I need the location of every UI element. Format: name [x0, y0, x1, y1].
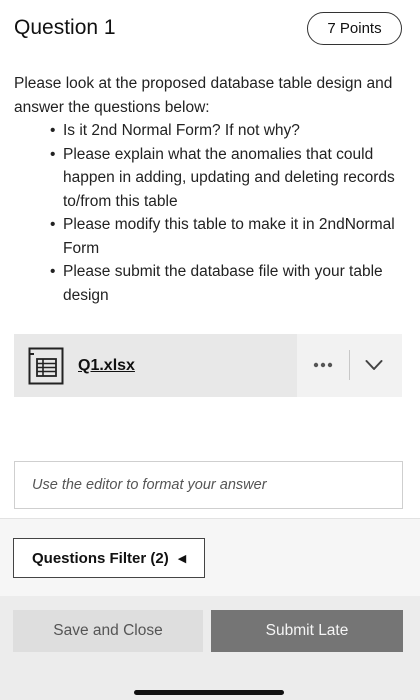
prompt-bullet: Is it 2nd Normal Form? If not why?	[50, 119, 410, 143]
questions-filter-label: Questions Filter (2)	[32, 549, 169, 567]
attachment-file[interactable]: Q1.xlsx	[14, 334, 297, 397]
prompt-bullet: Please explain what the anomalies that c…	[50, 143, 410, 214]
question-title: Question 1	[14, 16, 116, 39]
attachment-card: Q1.xlsx	[14, 334, 402, 397]
answer-placeholder: Use the editor to format your answer	[32, 477, 267, 493]
question-header: Question 1 7 Points	[0, 0, 420, 60]
questions-filter-button[interactable]: Questions Filter (2) ◀	[13, 538, 205, 578]
attachment-actions	[297, 334, 402, 397]
triangle-left-icon: ◀	[177, 552, 187, 565]
filter-bar: Questions Filter (2) ◀	[0, 518, 420, 596]
attachment-file-name[interactable]: Q1.xlsx	[78, 357, 135, 375]
more-options-icon[interactable]	[311, 354, 335, 376]
prompt-bullet: Please modify this table to make it in 2…	[50, 213, 410, 260]
prompt-intro: Please look at the proposed database tab…	[14, 75, 393, 116]
attachment-divider	[349, 350, 350, 380]
points-badge: 7 Points	[307, 12, 402, 45]
spreadsheet-file-icon	[28, 347, 64, 385]
prompt-bullet: Please submit the database file with you…	[50, 260, 410, 307]
prompt-bullet-list: Is it 2nd Normal Form? If not why? Pleas…	[50, 119, 410, 307]
home-indicator[interactable]	[134, 690, 284, 695]
submit-late-button[interactable]: Submit Late	[211, 610, 403, 652]
save-and-close-button[interactable]: Save and Close	[13, 610, 203, 652]
question-prompt: Please look at the proposed database tab…	[14, 72, 410, 307]
answer-editor[interactable]: Use the editor to format your answer	[14, 461, 403, 509]
chevron-down-icon[interactable]	[361, 352, 387, 378]
action-bar: Save and Close Submit Late	[0, 596, 420, 700]
